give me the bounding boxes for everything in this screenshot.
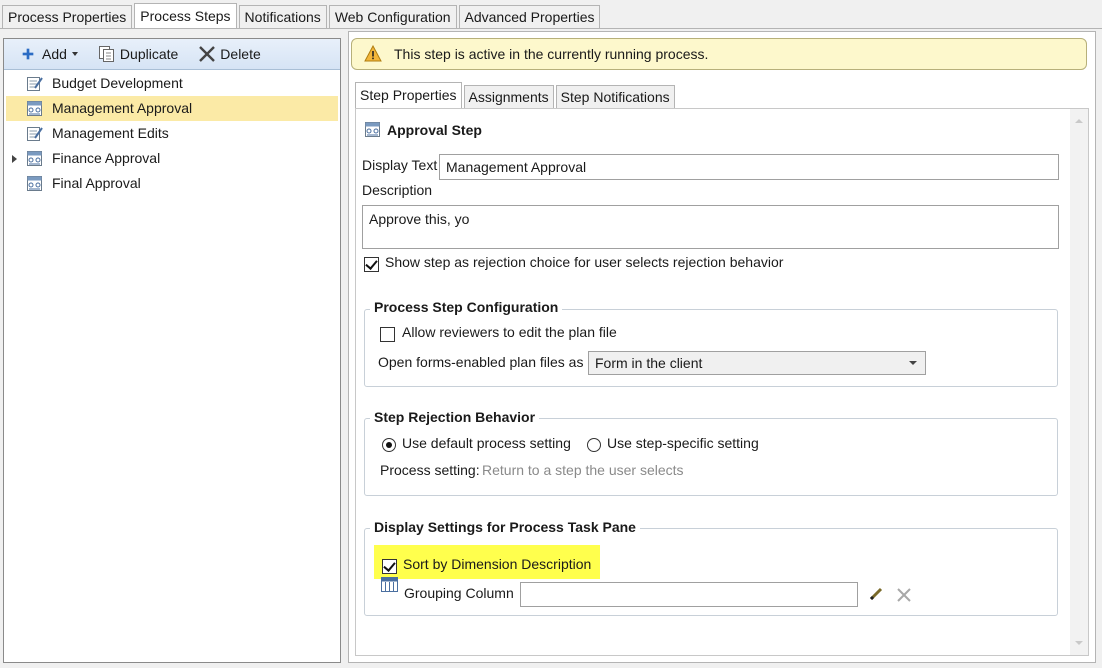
tree-item-final-approval[interactable]: Final Approval	[4, 171, 340, 196]
process-setting-label: Process setting:	[380, 462, 480, 478]
tab-process-steps[interactable]: Process Steps	[134, 3, 237, 29]
delete-label: Delete	[220, 46, 261, 62]
process-step-configuration-group	[364, 309, 1058, 387]
chevron-down-icon	[71, 52, 78, 56]
tree-item-label: Final Approval	[52, 175, 141, 191]
tree-item-finance-approval[interactable]: Finance Approval	[4, 146, 340, 171]
tree-item-budget-development[interactable]: Budget Development	[4, 71, 340, 96]
display-text-field[interactable]: Management Approval	[439, 154, 1059, 180]
step-type-label: Approval Step	[387, 121, 482, 138]
tab-web-configuration[interactable]: Web Configuration	[328, 5, 457, 28]
duplicate-label: Duplicate	[119, 46, 179, 62]
tree-item-label: Management Edits	[52, 125, 169, 141]
scroll-down-icon[interactable]	[1075, 641, 1083, 645]
step-specific-setting-label: Use step-specific setting	[607, 435, 759, 451]
open-forms-value: Form in the client	[595, 355, 703, 371]
delete-icon	[199, 46, 216, 62]
sort-by-description-checkbox[interactable]	[382, 559, 397, 574]
approval-step-icon	[365, 122, 380, 137]
duplicate-button[interactable]: Duplicate	[98, 45, 178, 63]
tree-item-label: Finance Approval	[52, 150, 161, 166]
steps-panel: Add Duplicate Delete Budget Development …	[3, 38, 341, 663]
active-step-warning: This step is active in the currently run…	[351, 38, 1087, 70]
tab-step-notifications[interactable]: Step Notifications	[555, 85, 675, 108]
tree-item-label: Budget Development	[52, 75, 183, 91]
scroll-up-icon[interactable]	[1075, 119, 1083, 123]
tree-item-label: Management Approval	[52, 100, 193, 116]
warning-text: This step is active in the currently run…	[394, 46, 709, 62]
clear-icon[interactable]	[896, 587, 912, 603]
tab-assignments[interactable]: Assignments	[463, 85, 554, 108]
open-forms-select[interactable]: Form in the client	[588, 351, 926, 375]
step-type-header: Approval Step	[364, 121, 482, 138]
chevron-down-icon	[909, 361, 917, 365]
process-step-configuration-title: Process Step Configuration	[370, 299, 563, 315]
grid-column-icon	[381, 577, 398, 592]
steps-toolbar: Add Duplicate Delete	[4, 39, 340, 70]
process-setting-value: Return to a step the user selects	[482, 462, 684, 478]
tab-step-properties[interactable]: Step Properties	[355, 82, 462, 109]
add-button[interactable]: Add	[22, 46, 78, 62]
delete-button[interactable]: Delete	[198, 45, 261, 63]
grouping-column-label: Grouping Column	[404, 585, 514, 601]
plus-icon	[22, 48, 34, 60]
step-rejection-behavior-group	[364, 418, 1058, 496]
warning-icon	[364, 45, 382, 62]
pencil-icon[interactable]	[869, 587, 883, 601]
step-rejection-behavior-title: Step Rejection Behavior	[370, 409, 540, 425]
step-specific-setting-radio[interactable]	[587, 438, 601, 452]
add-label: Add	[42, 46, 67, 62]
top-tab-strip: Process Properties Process Steps Notific…	[2, 3, 602, 29]
display-settings-title: Display Settings for Process Task Pane	[370, 519, 640, 535]
allow-edit-checkbox[interactable]	[380, 327, 395, 342]
duplicate-icon	[98, 46, 114, 62]
edit-step-icon	[27, 77, 43, 91]
edit-step-icon	[27, 127, 43, 141]
approval-step-icon	[27, 176, 42, 191]
steps-tree: Budget Development Management Approval M…	[4, 71, 340, 196]
step-properties-content: Approval Step Display Text Management Ap…	[355, 108, 1089, 656]
rejection-choice-label: Show step as rejection choice for user s…	[385, 254, 784, 270]
tree-item-management-approval[interactable]: Management Approval	[6, 96, 338, 121]
tab-strip-divider	[0, 28, 1102, 29]
default-setting-label: Use default process setting	[402, 435, 571, 451]
approval-step-icon	[27, 101, 42, 116]
description-field[interactable]: Approve this, yo	[362, 205, 1059, 249]
expand-arrow-icon[interactable]	[12, 155, 17, 163]
sort-by-description-label: Sort by Dimension Description	[403, 556, 592, 572]
tree-item-management-edits[interactable]: Management Edits	[4, 121, 340, 146]
grouping-column-field[interactable]	[520, 582, 858, 607]
approval-step-icon	[27, 151, 42, 166]
vertical-scrollbar[interactable]	[1070, 109, 1088, 655]
step-tab-strip: Step Properties Assignments Step Notific…	[355, 82, 677, 109]
open-forms-label: Open forms-enabled plan files as	[378, 354, 584, 370]
step-detail-panel: This step is active in the currently run…	[348, 31, 1096, 663]
default-setting-radio[interactable]	[382, 438, 396, 452]
description-label: Description	[362, 182, 433, 198]
rejection-choice-checkbox[interactable]	[364, 257, 379, 272]
allow-edit-label: Allow reviewers to edit the plan file	[402, 324, 617, 340]
tab-process-properties[interactable]: Process Properties	[2, 5, 133, 28]
tab-notifications[interactable]: Notifications	[238, 5, 327, 28]
tab-advanced-properties[interactable]: Advanced Properties	[458, 5, 601, 28]
display-text-label: Display Text	[362, 157, 438, 173]
